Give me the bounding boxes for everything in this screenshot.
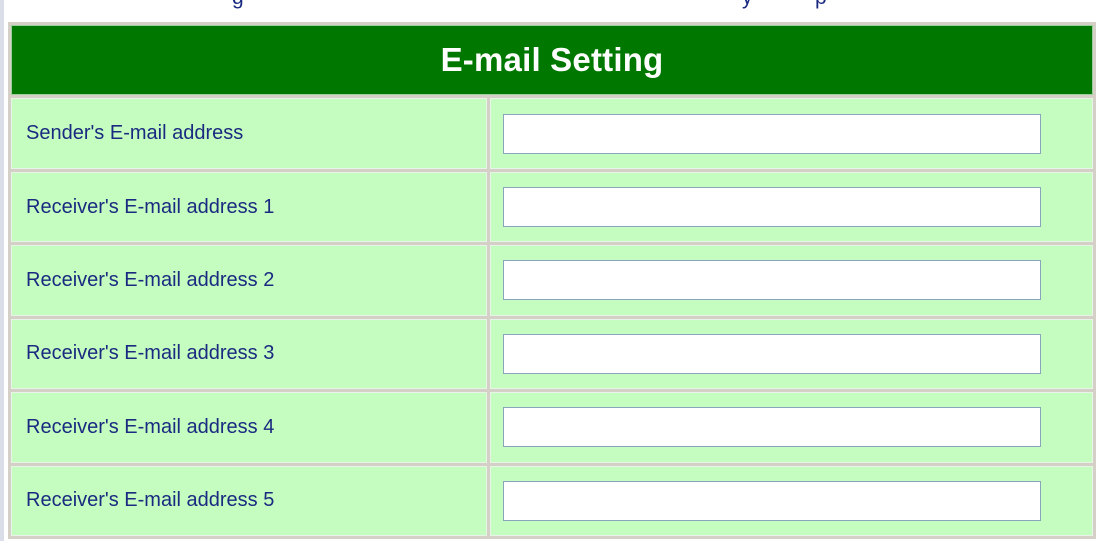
sender-email-field[interactable]: [503, 113, 1041, 154]
table-row: Sender's E-mail address: [11, 98, 1093, 169]
receiver-email-5-cell: [490, 465, 1093, 536]
table-row: Receiver's E-mail address 4: [11, 392, 1093, 463]
sender-email-label: Sender's E-mail address: [11, 98, 487, 169]
table-row: Receiver's E-mail address 5: [11, 465, 1093, 536]
receiver-email-3-field[interactable]: [503, 333, 1041, 374]
table-row: Receiver's E-mail address 2: [11, 245, 1093, 316]
clipped-glyph: g: [232, 0, 244, 8]
receiver-email-2-label: Receiver's E-mail address 2: [11, 245, 487, 316]
receiver-email-3-label: Receiver's E-mail address 3: [11, 318, 487, 390]
receiver-email-1-cell: [490, 171, 1093, 243]
receiver-email-4-cell: [490, 392, 1093, 463]
table-row: Receiver's E-mail address 3: [11, 318, 1093, 390]
email-setting-page: g y p E-mail Setting Sender's E-mail add…: [0, 0, 1100, 541]
receiver-email-4-label: Receiver's E-mail address 4: [11, 392, 487, 463]
receiver-email-3-cell: [490, 318, 1093, 390]
receiver-email-1-label: Receiver's E-mail address 1: [11, 171, 487, 243]
receiver-email-5-label: Receiver's E-mail address 5: [11, 465, 487, 536]
clipped-glyph: y: [742, 0, 753, 8]
header-row: E-mail Setting: [11, 25, 1093, 96]
table-row: Receiver's E-mail address 1: [11, 171, 1093, 243]
clipped-glyph: p: [815, 0, 827, 8]
section-title: E-mail Setting: [11, 25, 1093, 96]
receiver-email-4-field[interactable]: [503, 407, 1041, 448]
receiver-email-2-cell: [490, 245, 1093, 316]
left-border-strip: [0, 0, 4, 541]
receiver-email-2-field[interactable]: [503, 260, 1041, 301]
clipped-top-text: g y p: [0, 0, 1100, 12]
sender-email-cell: [490, 98, 1093, 169]
email-setting-table: E-mail Setting Sender's E-mail address R…: [8, 22, 1096, 539]
receiver-email-5-field[interactable]: [503, 480, 1041, 521]
receiver-email-1-field[interactable]: [503, 187, 1041, 228]
